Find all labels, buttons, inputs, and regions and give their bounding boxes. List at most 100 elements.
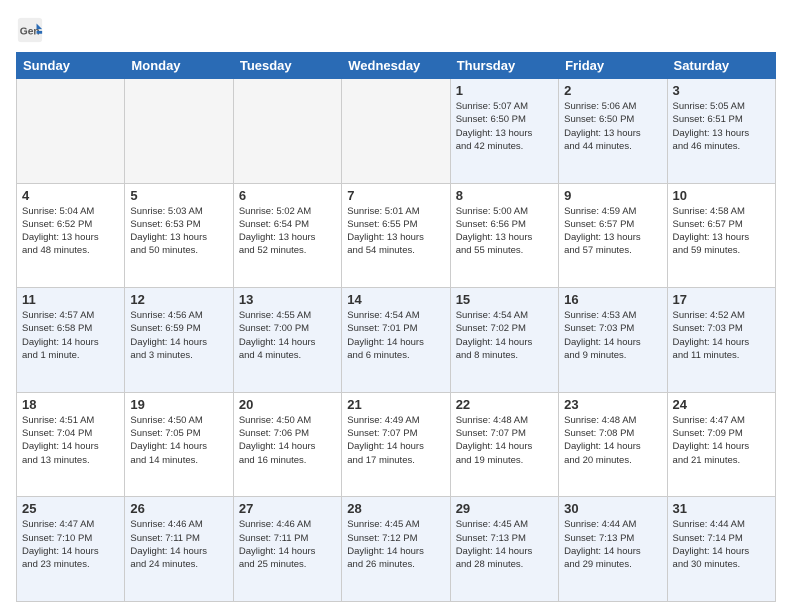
day-cell: 26Sunrise: 4:46 AM Sunset: 7:11 PM Dayli… <box>125 497 233 602</box>
day-info: Sunrise: 5:03 AM Sunset: 6:53 PM Dayligh… <box>130 205 227 258</box>
day-cell <box>17 79 125 184</box>
day-cell: 10 Sunrise: 4:58 AM Sunset: 6:57 PM Dayli… <box>667 183 775 288</box>
day-cell: 29 Sunrise: 4:45 AM Sunset: 7:13 PM Dayli… <box>450 497 558 602</box>
day-cell <box>233 79 341 184</box>
day-info: Sunrise: 4:55 AM Sunset: 7:00 PM Dayligh… <box>239 309 336 362</box>
day-cell <box>342 79 450 184</box>
weekday-sunday: Sunday <box>17 53 125 79</box>
day-info: Sunrise: 4:46 AM Sunset: 7:11 PM Dayligh… <box>130 518 227 571</box>
day-number: 5 <box>130 188 227 203</box>
day-cell: 8 Sunrise: 5:00 AM Sunset: 6:56 PM Daylig… <box>450 183 558 288</box>
logo-icon: Gen <box>16 16 44 44</box>
day-cell: 18 Sunrise: 4:51 AM Sunset: 7:04 PM Dayli… <box>17 392 125 497</box>
day-info: Sunrise: 4:51 AM Sunset: 7:04 PM Dayligh… <box>22 414 119 467</box>
day-info: Sunrise: 4:44 AM Sunset: 7:13 PM Dayligh… <box>564 518 661 571</box>
week-row-1: 1 Sunrise: 5:07 AM Sunset: 6:50 PM Daylig… <box>17 79 776 184</box>
day-info: Sunrise: 5:06 AM Sunset: 6:50 PM Dayligh… <box>564 100 661 153</box>
day-number: 28 <box>347 501 444 516</box>
day-number: 29 <box>456 501 553 516</box>
day-number: 23 <box>564 397 661 412</box>
day-cell: 1 Sunrise: 5:07 AM Sunset: 6:50 PM Daylig… <box>450 79 558 184</box>
weekday-thursday: Thursday <box>450 53 558 79</box>
day-cell: 23 Sunrise: 4:48 AM Sunset: 7:08 PM Dayli… <box>559 392 667 497</box>
header: Gen <box>16 16 776 44</box>
day-cell: 24Sunrise: 4:47 AM Sunset: 7:09 PM Dayli… <box>667 392 775 497</box>
day-number: 17 <box>673 292 770 307</box>
day-cell: 15Sunrise: 4:54 AM Sunset: 7:02 PM Dayli… <box>450 288 558 393</box>
day-cell: 30 Sunrise: 4:44 AM Sunset: 7:13 PM Dayli… <box>559 497 667 602</box>
week-row-2: 4 Sunrise: 5:04 AM Sunset: 6:52 PM Daylig… <box>17 183 776 288</box>
day-info: Sunrise: 5:07 AM Sunset: 6:50 PM Dayligh… <box>456 100 553 153</box>
day-number: 30 <box>564 501 661 516</box>
day-info: Sunrise: 4:50 AM Sunset: 7:06 PM Dayligh… <box>239 414 336 467</box>
day-number: 2 <box>564 83 661 98</box>
day-info: Sunrise: 4:45 AM Sunset: 7:13 PM Dayligh… <box>456 518 553 571</box>
weekday-saturday: Saturday <box>667 53 775 79</box>
day-cell: 5 Sunrise: 5:03 AM Sunset: 6:53 PM Daylig… <box>125 183 233 288</box>
day-number: 7 <box>347 188 444 203</box>
day-info: Sunrise: 4:52 AM Sunset: 7:03 PM Dayligh… <box>673 309 770 362</box>
day-info: Sunrise: 5:01 AM Sunset: 6:55 PM Dayligh… <box>347 205 444 258</box>
day-info: Sunrise: 4:58 AM Sunset: 6:57 PM Dayligh… <box>673 205 770 258</box>
day-number: 12 <box>130 292 227 307</box>
day-info: Sunrise: 4:54 AM Sunset: 7:01 PM Dayligh… <box>347 309 444 362</box>
day-info: Sunrise: 5:00 AM Sunset: 6:56 PM Dayligh… <box>456 205 553 258</box>
day-number: 24 <box>673 397 770 412</box>
day-cell: 11 Sunrise: 4:57 AM Sunset: 6:58 PM Dayli… <box>17 288 125 393</box>
day-number: 10 <box>673 188 770 203</box>
day-info: Sunrise: 4:47 AM Sunset: 7:10 PM Dayligh… <box>22 518 119 571</box>
day-number: 31 <box>673 501 770 516</box>
day-info: Sunrise: 4:57 AM Sunset: 6:58 PM Dayligh… <box>22 309 119 362</box>
day-cell: 12 Sunrise: 4:56 AM Sunset: 6:59 PM Dayli… <box>125 288 233 393</box>
day-number: 1 <box>456 83 553 98</box>
day-info: Sunrise: 5:04 AM Sunset: 6:52 PM Dayligh… <box>22 205 119 258</box>
day-cell <box>125 79 233 184</box>
day-number: 11 <box>22 292 119 307</box>
day-number: 3 <box>673 83 770 98</box>
day-number: 27 <box>239 501 336 516</box>
day-cell: 14 Sunrise: 4:54 AM Sunset: 7:01 PM Dayli… <box>342 288 450 393</box>
day-cell: 6 Sunrise: 5:02 AM Sunset: 6:54 PM Daylig… <box>233 183 341 288</box>
day-info: Sunrise: 4:48 AM Sunset: 7:08 PM Dayligh… <box>564 414 661 467</box>
week-row-4: 18 Sunrise: 4:51 AM Sunset: 7:04 PM Dayli… <box>17 392 776 497</box>
day-info: Sunrise: 5:02 AM Sunset: 6:54 PM Dayligh… <box>239 205 336 258</box>
day-cell: 3 Sunrise: 5:05 AM Sunset: 6:51 PM Daylig… <box>667 79 775 184</box>
day-info: Sunrise: 4:50 AM Sunset: 7:05 PM Dayligh… <box>130 414 227 467</box>
day-number: 20 <box>239 397 336 412</box>
day-info: Sunrise: 4:53 AM Sunset: 7:03 PM Dayligh… <box>564 309 661 362</box>
day-number: 25 <box>22 501 119 516</box>
day-number: 22 <box>456 397 553 412</box>
day-number: 6 <box>239 188 336 203</box>
page: Gen SundayMondayTuesdayWednesdayThursday… <box>0 0 792 612</box>
day-cell: 9Sunrise: 4:59 AM Sunset: 6:57 PM Daylig… <box>559 183 667 288</box>
day-info: Sunrise: 4:45 AM Sunset: 7:12 PM Dayligh… <box>347 518 444 571</box>
day-cell: 16 Sunrise: 4:53 AM Sunset: 7:03 PM Dayli… <box>559 288 667 393</box>
calendar: SundayMondayTuesdayWednesdayThursdayFrid… <box>16 52 776 602</box>
logo: Gen <box>16 16 46 44</box>
weekday-tuesday: Tuesday <box>233 53 341 79</box>
week-row-3: 11 Sunrise: 4:57 AM Sunset: 6:58 PM Dayli… <box>17 288 776 393</box>
day-number: 8 <box>456 188 553 203</box>
day-info: Sunrise: 4:44 AM Sunset: 7:14 PM Dayligh… <box>673 518 770 571</box>
day-number: 4 <box>22 188 119 203</box>
weekday-header-row: SundayMondayTuesdayWednesdayThursdayFrid… <box>17 53 776 79</box>
weekday-friday: Friday <box>559 53 667 79</box>
day-number: 21 <box>347 397 444 412</box>
day-cell: 31 Sunrise: 4:44 AM Sunset: 7:14 PM Dayli… <box>667 497 775 602</box>
day-info: Sunrise: 5:05 AM Sunset: 6:51 PM Dayligh… <box>673 100 770 153</box>
weekday-monday: Monday <box>125 53 233 79</box>
day-cell: 13 Sunrise: 4:55 AM Sunset: 7:00 PM Dayli… <box>233 288 341 393</box>
day-number: 16 <box>564 292 661 307</box>
day-cell: 21 Sunrise: 4:49 AM Sunset: 7:07 PM Dayli… <box>342 392 450 497</box>
day-info: Sunrise: 4:56 AM Sunset: 6:59 PM Dayligh… <box>130 309 227 362</box>
day-cell: 7 Sunrise: 5:01 AM Sunset: 6:55 PM Daylig… <box>342 183 450 288</box>
day-number: 14 <box>347 292 444 307</box>
day-cell: 20 Sunrise: 4:50 AM Sunset: 7:06 PM Dayli… <box>233 392 341 497</box>
day-number: 18 <box>22 397 119 412</box>
day-info: Sunrise: 4:49 AM Sunset: 7:07 PM Dayligh… <box>347 414 444 467</box>
day-cell: 19Sunrise: 4:50 AM Sunset: 7:05 PM Dayli… <box>125 392 233 497</box>
day-number: 15 <box>456 292 553 307</box>
day-number: 13 <box>239 292 336 307</box>
day-cell: 2 Sunrise: 5:06 AM Sunset: 6:50 PM Daylig… <box>559 79 667 184</box>
day-number: 9 <box>564 188 661 203</box>
